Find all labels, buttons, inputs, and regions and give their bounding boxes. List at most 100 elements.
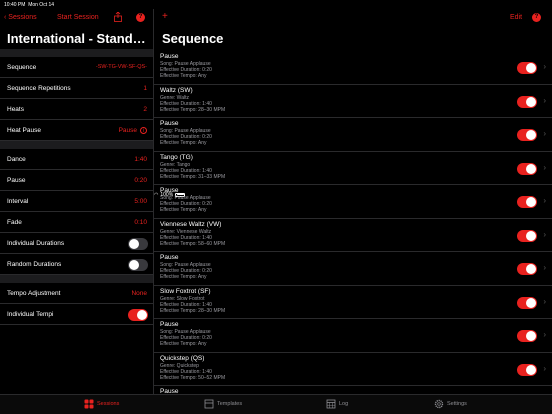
chevron-right-icon: › (543, 263, 546, 272)
row-label: Random Durations (7, 261, 62, 268)
sequence-item-toggle[interactable] (517, 95, 537, 108)
start-session-button[interactable]: Start Session (57, 14, 99, 21)
tab-label: Templates (217, 401, 243, 407)
sequence-item-tempo: Effective Tempo: 58–60 MPM (160, 240, 226, 247)
sequence-item-toggle[interactable] (517, 330, 537, 342)
sequence-item-name: Pause (160, 321, 179, 328)
row-value: Pause i (119, 127, 147, 134)
sequence-item[interactable]: Pause Song: Pause Applause Effective Durat… (154, 51, 552, 85)
tab-label: Sessions (97, 401, 120, 407)
session-detail-pane: ‹ Sessions Start Session ? International… (0, 9, 153, 394)
tab-sessions[interactable]: Sessions (84, 399, 119, 409)
row-label: Heats (7, 106, 24, 113)
sequence-item-name: Quickstep (QS) (160, 354, 205, 362)
back-button[interactable]: ‹ Sessions (4, 14, 37, 21)
row-value: None (131, 290, 147, 297)
row-heats[interactable]: Heats 2 (0, 99, 153, 120)
right-nav-bar: + Edit ? (154, 9, 552, 27)
row-value: 2 (143, 106, 147, 113)
tab-settings[interactable]: Settings (434, 399, 467, 409)
sequence-item[interactable]: Pause Song: Pause Applause Effective Durat… (154, 185, 552, 219)
sequence-item-tempo: Effective Tempo: Any (160, 207, 207, 213)
row-label: Sequence Repetitions (7, 85, 71, 92)
share-icon[interactable] (114, 11, 122, 24)
row-heat-pause[interactable]: Heat Pause Pause i (0, 120, 153, 141)
row-pause[interactable]: Pause 0:20 (0, 170, 153, 191)
row-label: Fade (7, 219, 22, 226)
row-sequence-repetitions[interactable]: Sequence Repetitions 1 (0, 78, 153, 99)
sequence-item[interactable]: Quickstep (QS) Genre: Quickstep Effective … (154, 353, 552, 386)
chevron-right-icon: › (543, 229, 546, 239)
sequence-item-tempo: Effective Tempo: 50–52 MPM (160, 374, 226, 381)
row-dance[interactable]: Dance 1:40 (0, 149, 153, 170)
sequence-item-toggle[interactable] (517, 62, 537, 74)
row-value: 0:10 (134, 219, 147, 226)
templates-icon (204, 399, 214, 409)
row-tempo-adjustment[interactable]: Tempo Adjustment None (0, 283, 153, 304)
sequence-item-name: Pause (160, 53, 179, 60)
session-title: International - Stand… (7, 31, 146, 46)
individual-tempi-toggle[interactable] (128, 309, 148, 321)
sequence-item[interactable]: Viennese Waltz (VW) Genre: Viennese Waltz… (154, 219, 552, 252)
sessions-icon (84, 399, 94, 409)
sequence-item[interactable]: Waltz (SW) Genre: Waltz Effective Duration… (154, 85, 552, 118)
sequence-title: Sequence (162, 31, 224, 46)
chevron-right-icon: › (543, 296, 546, 306)
sequence-item[interactable]: Pause Song: Pause Applause Effective Durat… (154, 319, 552, 353)
row-label: Interval (7, 198, 29, 205)
row-label: Individual Durations (7, 240, 65, 247)
row-label: Dance (7, 156, 26, 163)
sequence-item[interactable]: Slow Foxtrot (SF) Genre: Slow Foxtrot Effe… (154, 286, 552, 319)
row-value: 5:00 (134, 198, 147, 205)
sequence-item[interactable]: Pause (154, 386, 552, 394)
sequence-item-tempo: Effective Tempo: Any (160, 140, 207, 146)
edit-button[interactable]: Edit (510, 14, 522, 21)
row-individual-tempi: Individual Tempi (0, 304, 153, 325)
sequence-item-toggle[interactable] (517, 363, 537, 376)
info-icon[interactable]: i (140, 127, 147, 134)
help-icon[interactable]: ? (136, 13, 145, 22)
row-random-durations: Random Durations (0, 254, 153, 275)
sequence-item-tempo: Effective Tempo: 28–30 MPM (160, 307, 226, 314)
row-fade[interactable]: Fade 0:10 (0, 212, 153, 233)
left-nav-bar: ‹ Sessions Start Session ? (0, 9, 153, 27)
sequence-item[interactable]: Pause Song: Pause Applause Effective Durat… (154, 252, 552, 286)
sequence-item-toggle[interactable] (517, 129, 537, 141)
tab-label: Log (339, 401, 349, 407)
help-icon[interactable]: ? (532, 13, 541, 22)
tab-log[interactable]: Log (326, 399, 348, 409)
row-value: 1:40 (134, 156, 147, 163)
sequence-item-toggle[interactable] (517, 263, 537, 275)
sequence-item-toggle[interactable] (517, 162, 537, 175)
row-individual-durations: Individual Durations (0, 233, 153, 254)
chevron-right-icon: › (543, 129, 546, 138)
chevron-right-icon: › (543, 162, 546, 172)
row-label: Sequence (7, 64, 37, 71)
section-separator (0, 49, 153, 57)
sequence-item[interactable]: Tango (TG) Genre: Tango Effective Duration… (154, 152, 552, 185)
random-durations-toggle[interactable] (128, 259, 148, 271)
sequence-item-toggle[interactable] (517, 229, 537, 242)
sequence-pane: + Edit ? Sequence Pause Song: Pause Appla… (154, 9, 552, 394)
row-label: Individual Tempi (7, 311, 54, 318)
add-icon[interactable]: + (162, 11, 168, 22)
sequence-item-tempo: Effective Tempo: 31–33 MPM (160, 173, 226, 180)
individual-durations-toggle[interactable] (128, 238, 148, 250)
log-icon (326, 399, 336, 409)
sequence-item-toggle[interactable] (517, 296, 537, 309)
chevron-right-icon: › (543, 363, 546, 373)
sequence-item-name: Tango (TG) (160, 153, 193, 161)
row-sequence[interactable]: Sequence -SW-TG-VW-SF-QS- (0, 57, 153, 78)
settings-icon (434, 399, 444, 409)
row-label: Pause (7, 177, 26, 184)
sequence-item[interactable]: Pause Song: Pause Applause Effective Durat… (154, 118, 552, 152)
chevron-right-icon: › (543, 95, 546, 105)
row-interval[interactable]: Interval 5:00 (0, 191, 153, 212)
row-value: 0:20 (134, 177, 147, 184)
sequence-item-name: Waltz (SW) (160, 86, 193, 94)
row-value: 1 (143, 85, 147, 92)
tab-templates[interactable]: Templates (204, 399, 242, 409)
row-value: -SW-TG-VW-SF-QS- (95, 64, 147, 70)
status-bar: 10:40 PM Mon Oct 14 ◠ 100% (0, 0, 552, 198)
sequence-item-toggle[interactable] (517, 196, 537, 208)
